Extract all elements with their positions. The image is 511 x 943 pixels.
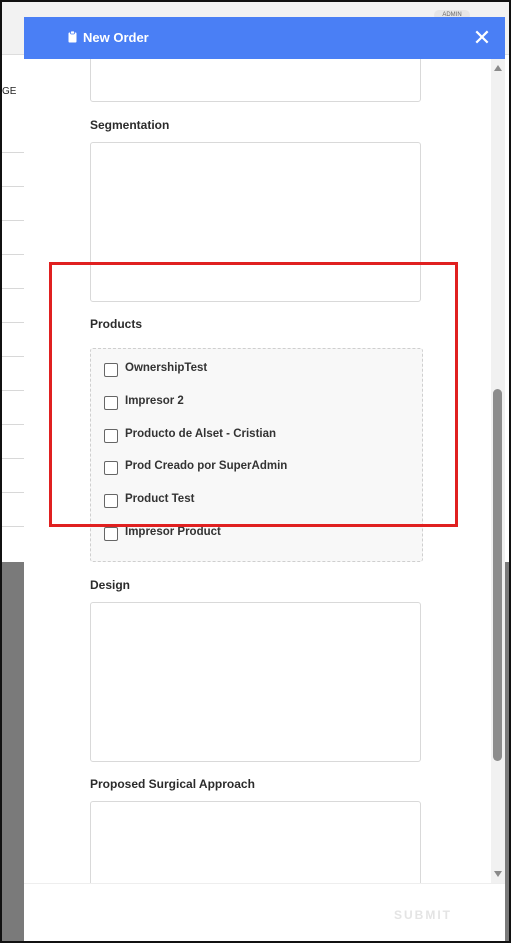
- background-row-divider: [2, 492, 24, 493]
- modal-title: New Order: [83, 30, 149, 45]
- surgical-approach-label: Proposed Surgical Approach: [90, 777, 255, 791]
- surgical-approach-textarea[interactable]: [90, 801, 421, 883]
- background-row-divider: [2, 526, 24, 527]
- background-row-divider: [2, 356, 24, 357]
- modal-header: New Order ✕: [24, 17, 505, 59]
- new-order-modal: New Order ✕ Segmentation Products Owners…: [24, 17, 505, 941]
- close-icon[interactable]: ✕: [471, 27, 493, 49]
- segmentation-label: Segmentation: [90, 118, 170, 132]
- background-row-divider: [2, 254, 24, 255]
- background-row-divider: [2, 390, 24, 391]
- scroll-thumb[interactable]: [493, 389, 502, 761]
- background-row-divider: [2, 152, 24, 153]
- design-textarea[interactable]: [90, 602, 421, 762]
- background-row-divider: [2, 186, 24, 187]
- scroll-down-icon[interactable]: [494, 871, 502, 877]
- modal-scrollbar[interactable]: [491, 59, 505, 885]
- background-row-divider: [2, 458, 24, 459]
- background-row-divider: [2, 220, 24, 221]
- clipboard-icon: [68, 31, 77, 43]
- product-label: Impresor Product: [125, 526, 221, 538]
- previous-textarea[interactable]: [90, 59, 421, 102]
- screen-frame: ADMIN GE New Order ✕ Segmentation Produc…: [0, 0, 511, 943]
- background-column-header: GE: [2, 86, 17, 97]
- product-checkbox[interactable]: [104, 527, 118, 541]
- background-row-divider: [2, 424, 24, 425]
- background-row-divider: [2, 288, 24, 289]
- modal-footer: SUBMIT: [24, 883, 505, 941]
- background-row-divider: [2, 322, 24, 323]
- products-highlight-box: [49, 262, 458, 527]
- design-label: Design: [90, 578, 131, 592]
- scroll-up-icon[interactable]: [494, 65, 502, 71]
- submit-button[interactable]: SUBMIT: [394, 908, 452, 922]
